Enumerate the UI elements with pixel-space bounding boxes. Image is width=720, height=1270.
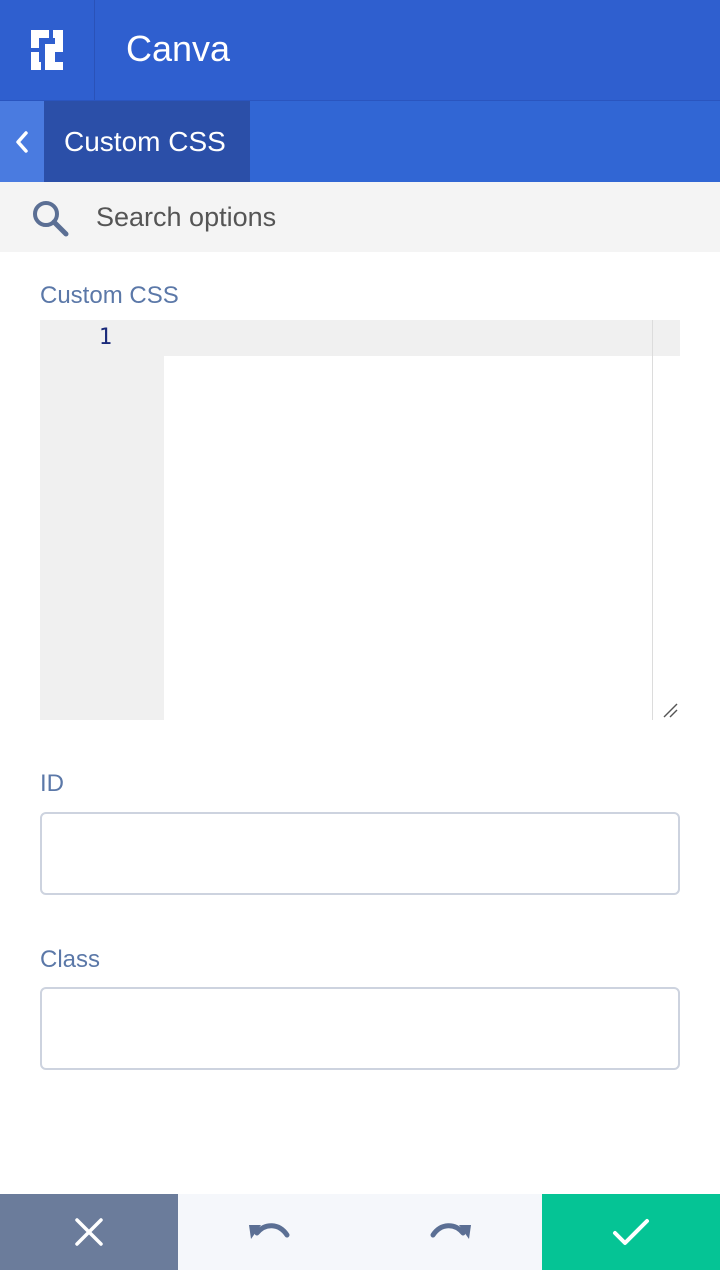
search-icon (33, 201, 69, 237)
active-line-highlight (164, 320, 652, 356)
app-title: Canva (126, 28, 231, 69)
back-button[interactable] (0, 101, 44, 182)
line-number: 1 (98, 325, 112, 350)
close-button[interactable] (0, 1194, 178, 1270)
undo-icon (249, 1223, 290, 1239)
bottom-action-bar (0, 1194, 720, 1270)
redo-icon (430, 1223, 471, 1239)
custom-css-label: Custom CSS (40, 282, 179, 309)
logo-button[interactable] (0, 0, 95, 100)
close-icon (75, 1218, 103, 1246)
checkmark-icon (613, 1219, 649, 1245)
undo-button[interactable] (178, 1194, 360, 1270)
search-bar (0, 182, 720, 252)
panel-header: Custom CSS (0, 100, 720, 182)
redo-button[interactable] (360, 1194, 542, 1270)
line-number-gutter: 1 (40, 320, 164, 720)
id-label: ID (40, 770, 64, 797)
canva-logo-icon (31, 30, 63, 70)
app-header: Canva (0, 0, 720, 100)
scrollbar-active-line (653, 320, 680, 356)
breadcrumb-current: Custom CSS (44, 101, 250, 182)
resize-handle-icon[interactable] (662, 702, 678, 718)
save-button[interactable] (542, 1194, 720, 1270)
editor-scrollbar[interactable] (652, 320, 680, 720)
class-label: Class (40, 946, 101, 973)
custom-css-editor[interactable]: 1 (40, 320, 680, 720)
chevron-left-icon (16, 130, 28, 153)
search-input[interactable] (96, 182, 696, 252)
id-input[interactable] (40, 812, 680, 895)
class-input[interactable] (40, 987, 680, 1070)
